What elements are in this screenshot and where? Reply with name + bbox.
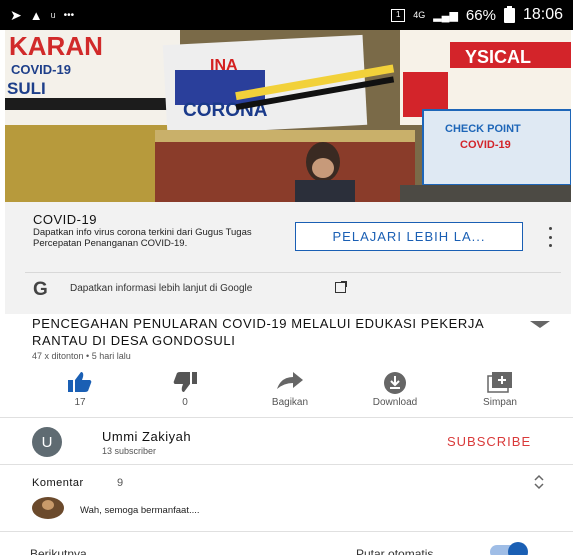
up-next-label: Berikutnya [30,547,87,555]
video-meta: 47 x ditonton • 5 hari lalu [32,351,131,361]
video-player[interactable]: KARAN COVID-19 SULI INA CORONA YSICAL CH… [5,30,571,202]
promo-description: Dapatkan info virus corona terkini dari … [33,227,252,249]
download-icon [384,372,406,394]
share-icon [277,372,303,389]
covid-info-panel: COVID-19 Dapatkan info virus corona terk… [5,202,571,314]
promo-title: COVID-19 [33,212,97,227]
expand-comments-icon[interactable] [533,474,545,490]
save-button[interactable]: Simpan [455,368,545,414]
subscriber-count: 13 subscriber [102,446,157,456]
video-frame: KARAN COVID-19 SULI INA CORONA YSICAL CH… [5,30,571,202]
network-icon: 4G [413,10,426,20]
more-options-icon[interactable] [545,227,555,247]
save-label: Simpan [483,397,517,408]
channel-name[interactable]: Ummi Zakiyah [102,429,191,444]
google-logo-icon: G [33,279,48,300]
signal-icon: ▂▄▆ [433,9,458,22]
carrier-label: u [50,10,56,20]
external-link-icon[interactable] [335,281,347,293]
navigation-arrow-icon: ➤ [10,6,22,23]
promo-divider [25,272,561,273]
download-button[interactable]: Download [350,368,440,414]
comment-avatar [32,497,64,519]
battery-percent: 66% [465,6,496,24]
banner-text-right-top: YSICAL [465,47,531,67]
banner-text-left-low: SULI [7,79,46,98]
banner-text-center-top: INA [210,57,238,74]
comments-count: 9 [117,477,124,489]
warning-icon: ▲ [29,7,43,23]
more-notifications-icon: ••• [63,9,75,21]
banner-text-right-box-1: CHECK POINT [445,123,521,135]
chevron-down-icon[interactable] [530,321,550,328]
thumbs-up-icon [68,372,92,392]
dislike-count: 0 [182,397,188,408]
channel-avatar[interactable]: U [32,427,62,457]
video-title: PENCEGAHAN PENULARAN COVID-19 MELALUI ED… [32,316,484,348]
google-info-link[interactable]: Dapatkan informasi lebih lanjut di Googl… [70,283,252,294]
download-label: Download [372,397,418,408]
autoplay-label: Putar otomatis [356,547,434,555]
banner-text-left-mid: COVID-19 [11,62,71,77]
share-label: Bagikan [271,397,309,408]
actions-row: 17 0 Bagikan Download Simpan [25,368,560,414]
thumbs-down-icon [173,372,197,392]
divider [0,531,573,532]
divider [0,464,573,465]
save-playlist-icon [487,372,512,393]
clock: 18:06 [522,6,563,23]
subscribe-button[interactable]: SUBSCRIBE [447,434,531,449]
share-button[interactable]: Bagikan [245,368,335,414]
learn-more-button[interactable]: PELAJARI LEBIH LA... [295,222,523,251]
comment-preview[interactable]: Wah, semoga bermanfaat.... [80,505,200,516]
banner-text-right-box-2: COVID-19 [460,139,511,151]
status-bar: ➤ ▲ u ••• 1 4G ▂▄▆ 66% 18:06 [0,0,573,30]
battery-icon [503,5,515,23]
like-count: 17 [74,397,86,408]
like-button[interactable]: 17 [35,368,125,414]
autoplay-toggle[interactable] [490,542,528,555]
divider [0,417,573,418]
comments-label[interactable]: Komentar [32,477,84,489]
dislike-button[interactable]: 0 [140,368,230,414]
banner-text-left-top: KARAN [9,31,103,61]
sim-icon: 1 [391,8,406,22]
